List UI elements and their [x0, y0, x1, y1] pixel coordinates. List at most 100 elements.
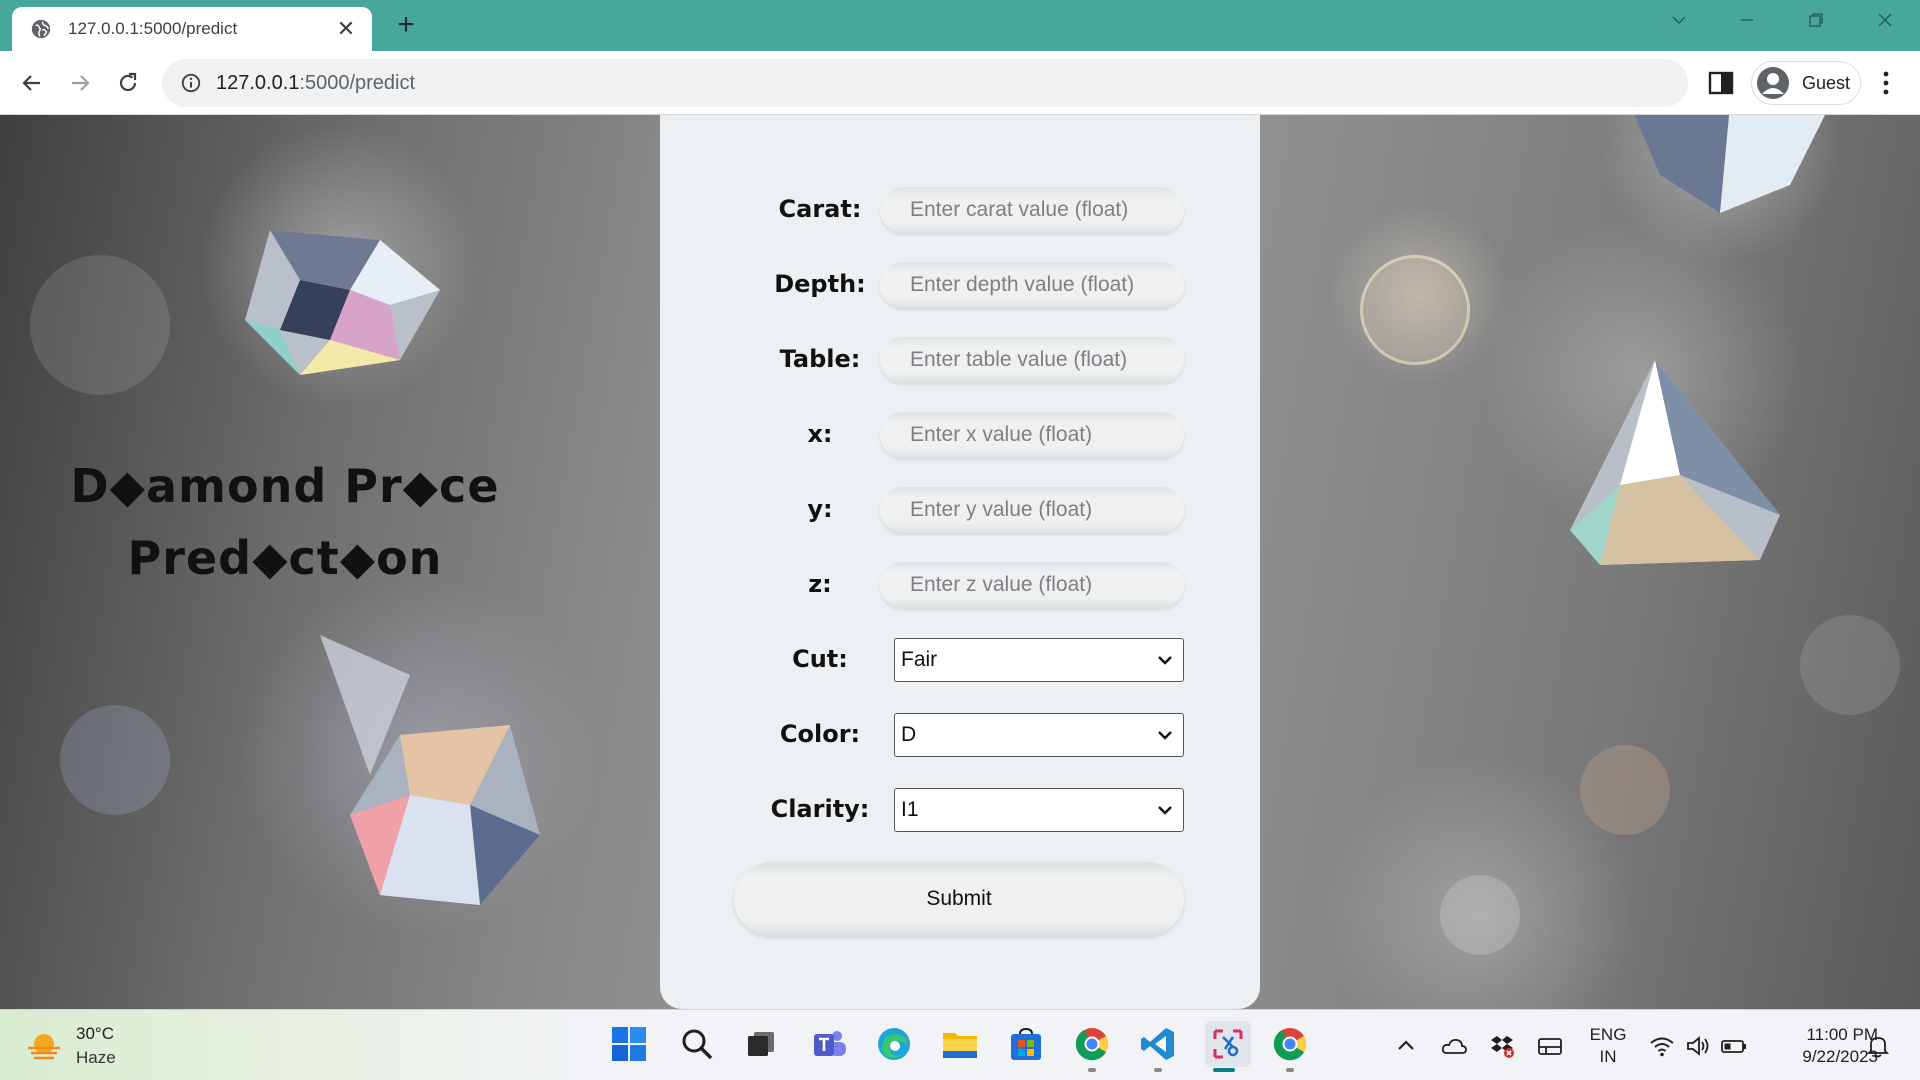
start-button[interactable] [609, 1024, 649, 1064]
table-row: Table: [660, 337, 1260, 383]
active-indicator [1213, 1068, 1235, 1072]
tab-title: 127.0.0.1:5000/predict [68, 19, 238, 38]
clarity-label: Clarity: [770, 795, 870, 823]
minimize-icon [1741, 19, 1753, 21]
haze-weather-icon [28, 1034, 60, 1060]
page-viewport: D◆amond Pr◆ce Pred◆ct◆on Carat: Depth: T… [0, 115, 1920, 1009]
onedrive-icon[interactable] [1440, 1032, 1468, 1060]
prediction-form: Carat: Depth: Table: x: y: z: Cut: Fair [660, 115, 1260, 1009]
notification-bell-icon[interactable] [1864, 1032, 1892, 1060]
cut-select[interactable]: Fair [894, 638, 1184, 682]
more-menu-icon[interactable] [1876, 69, 1896, 97]
bokeh-light [1360, 255, 1470, 365]
browser-toolbar: 127.0.0.1:5000/predict Guest [0, 51, 1920, 115]
profile-button[interactable]: Guest [1751, 61, 1861, 105]
weather-condition: Haze [76, 1048, 116, 1067]
forward-button[interactable] [62, 65, 98, 101]
teams-app[interactable] [810, 1024, 850, 1064]
chrome-icon [1273, 1028, 1307, 1061]
chrome-app[interactable] [1072, 1024, 1112, 1064]
store-icon [1011, 1027, 1041, 1060]
chevron-up-icon[interactable] [1392, 1032, 1420, 1060]
close-icon [1878, 13, 1892, 27]
depth-input[interactable] [880, 262, 1184, 308]
page-title: D◆amond Pr◆ce Pred◆ct◆on [40, 450, 530, 594]
reload-icon [119, 72, 137, 92]
diamond-image [1634, 115, 1825, 213]
url-host: 127.0.0.1 [216, 71, 300, 94]
cut-label: Cut: [792, 645, 848, 673]
close-tab-icon[interactable]: ✕ [334, 17, 358, 41]
submit-button[interactable]: Submit [734, 862, 1184, 936]
z-row: z: [660, 562, 1260, 608]
windows-logo-icon [612, 1027, 646, 1061]
edge-app[interactable] [874, 1024, 914, 1064]
weather-text: 30°C Haze [76, 1022, 116, 1070]
side-panel-icon[interactable] [1708, 71, 1734, 95]
info-icon[interactable] [180, 72, 202, 94]
y-input[interactable] [880, 487, 1184, 533]
arrow-right-icon [72, 75, 90, 91]
table-input[interactable] [880, 337, 1184, 383]
url-path: :5000/predict [299, 71, 416, 94]
region-code: IN [1599, 1047, 1617, 1066]
address-bar[interactable]: 127.0.0.1:5000/predict [162, 59, 1688, 107]
chrome-app-2[interactable] [1270, 1024, 1310, 1064]
system-clock[interactable]: 11:00 PM 9/22/2023 [1768, 1024, 1878, 1068]
language-indicator[interactable]: ENG IN [1586, 1024, 1630, 1068]
vscode-app[interactable] [1138, 1024, 1178, 1064]
chevron-down-icon [1158, 731, 1172, 740]
clarity-select[interactable]: I1 [894, 788, 1184, 832]
running-indicator [1088, 1068, 1096, 1072]
file-explorer-app[interactable] [940, 1024, 980, 1064]
clock-date: 9/22/2023 [1802, 1047, 1878, 1066]
task-view-button[interactable] [741, 1024, 781, 1064]
carat-row: Carat: [660, 187, 1260, 233]
edge-icon [878, 1028, 910, 1060]
z-input[interactable] [880, 562, 1184, 608]
language-code: ENG [1589, 1025, 1627, 1044]
clock-time: 11:00 PM [1806, 1025, 1878, 1044]
bokeh-light [60, 705, 170, 815]
avatar-icon [1757, 67, 1789, 99]
keyboard-layout-icon[interactable] [1536, 1032, 1564, 1060]
new-tab-button[interactable]: + [390, 10, 422, 42]
page-title-line1: D◆amond Pr◆ce [70, 459, 500, 513]
battery-icon[interactable] [1720, 1032, 1748, 1060]
running-indicator [1286, 1068, 1294, 1072]
volume-icon[interactable] [1684, 1032, 1712, 1060]
dropbox-icon[interactable] [1488, 1032, 1516, 1060]
restore-button[interactable] [1793, 6, 1839, 38]
store-app[interactable] [1006, 1024, 1046, 1064]
temperature: 30°C [76, 1024, 114, 1043]
wifi-icon[interactable] [1648, 1032, 1676, 1060]
x-label: x: [807, 420, 833, 448]
table-label: Table: [779, 345, 861, 373]
diamond-image [320, 635, 540, 905]
restore-icon [1809, 13, 1823, 27]
teams-icon [814, 1031, 846, 1056]
close-window-button[interactable] [1862, 6, 1908, 38]
minimize-button[interactable] [1724, 6, 1770, 38]
chevron-down-icon [1672, 16, 1686, 24]
weather-widget[interactable]: 30°C Haze [24, 1022, 116, 1070]
browser-tab[interactable]: 127.0.0.1:5000/predict ✕ [12, 7, 372, 51]
vscode-icon [1141, 1028, 1174, 1060]
x-input[interactable] [880, 412, 1184, 458]
search-button[interactable] [677, 1024, 717, 1064]
task-view-icon [748, 1032, 774, 1056]
carat-label: Carat: [778, 195, 862, 223]
reload-button[interactable] [110, 65, 146, 101]
snipping-tool-app[interactable] [1205, 1021, 1251, 1067]
tab-search-icon[interactable] [1656, 6, 1702, 38]
depth-label: Depth: [774, 270, 866, 298]
diamond-image [1570, 360, 1780, 565]
url-text: 127.0.0.1:5000/predict [216, 72, 415, 95]
bokeh-light [1800, 615, 1900, 715]
carat-input[interactable] [880, 187, 1184, 233]
color-select[interactable]: D [894, 713, 1184, 757]
running-indicator [1154, 1068, 1162, 1072]
back-button[interactable] [14, 65, 50, 101]
chevron-down-icon [1158, 656, 1172, 665]
color-selected-value: D [901, 723, 917, 746]
